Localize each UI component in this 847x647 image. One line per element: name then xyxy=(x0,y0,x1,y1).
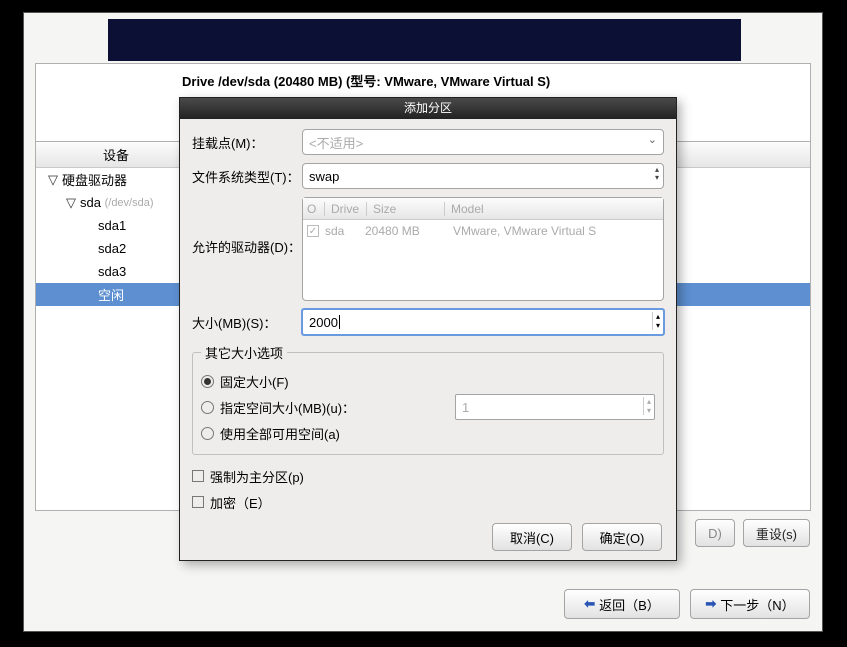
col-drive: Drive xyxy=(325,202,367,216)
size-options-fieldset: 其它大小选项 固定大小(F) 指定空间大小(MB)(u)： 1 ▴▾ xyxy=(192,343,664,455)
tree-disk-label: sda xyxy=(80,195,101,210)
checkbox-icon[interactable]: ✓ xyxy=(307,225,319,237)
mount-value: <不适用> xyxy=(309,133,363,152)
tree-part-label: sda1 xyxy=(98,218,126,233)
checkbox-icon xyxy=(192,470,204,482)
allowed-drives-label: 允许的驱动器(D)： xyxy=(192,197,302,256)
tree-part-label: sda2 xyxy=(98,241,126,256)
radio-fixed[interactable]: 固定大小(F) xyxy=(201,368,655,394)
drive-model: VMware, VMware Virtual S xyxy=(453,224,659,238)
ok-button[interactable]: 确定(O) xyxy=(582,523,662,551)
radio-icon xyxy=(201,375,214,388)
triangle-down-icon: ▽ xyxy=(66,195,76,211)
radio-fill-to[interactable]: 指定空间大小(MB)(u)： 1 ▴▾ xyxy=(201,394,655,420)
cancel-button[interactable]: 取消(C) xyxy=(492,523,572,551)
radio-icon xyxy=(201,401,214,414)
add-partition-dialog: 添加分区 挂载点(M)： <不适用> ⌄ 文件系统类型(T)： swap ▴▾ … xyxy=(179,97,677,561)
banner xyxy=(108,19,741,61)
size-value: 2000 xyxy=(309,315,338,330)
drive-header: Drive /dev/sda (20480 MB) (型号: VMware, V… xyxy=(182,71,550,90)
col-model: Model xyxy=(445,202,663,216)
arrow-right-icon: ➡ xyxy=(705,596,716,612)
spin-icon: ▴▾ xyxy=(655,166,659,182)
fstype-value: swap xyxy=(309,169,339,184)
allowed-drives-list[interactable]: O Drive Size Model ✓ sda 20480 MB VMware… xyxy=(302,197,664,301)
next-label: 下一步（N） xyxy=(720,595,794,614)
encrypt-label: 加密（E） xyxy=(210,493,271,512)
primary-label: 强制为主分区(p) xyxy=(210,467,304,486)
size-label: 大小(MB)(S)： xyxy=(192,313,302,332)
col-device: 设备 xyxy=(36,145,196,164)
radio-fill-all[interactable]: 使用全部可用空间(a) xyxy=(201,420,655,446)
spin-icon: ▴▾ xyxy=(643,397,651,415)
radio-fillto-label: 指定空间大小(MB)(u)： xyxy=(220,398,355,417)
size-spinbox[interactable]: 2000 ▴▾ xyxy=(302,309,664,335)
col-size: Size xyxy=(367,202,445,216)
next-button[interactable]: ➡ 下一步（N） xyxy=(690,589,810,619)
checkbox-encrypt[interactable]: 加密（E） xyxy=(192,489,664,515)
fill-to-spinbox: 1 ▴▾ xyxy=(455,394,655,420)
spin-icon[interactable]: ▴▾ xyxy=(652,312,660,330)
radio-icon xyxy=(201,427,214,440)
triangle-down-icon: ▽ xyxy=(48,172,58,188)
back-label: 返回（B） xyxy=(599,595,660,614)
arrow-left-icon: ⬅ xyxy=(584,596,595,612)
checkbox-primary[interactable]: 强制为主分区(p) xyxy=(192,463,664,489)
fillto-value: 1 xyxy=(462,400,469,415)
drive-list-header: O Drive Size Model xyxy=(303,198,663,220)
drive-size: 20480 MB xyxy=(365,224,453,238)
main-window: Drive /dev/sda (20480 MB) (型号: VMware, V… xyxy=(23,12,823,632)
tree-part-label: sda3 xyxy=(98,264,126,279)
size-options-legend: 其它大小选项 xyxy=(201,343,287,362)
fstype-combo[interactable]: swap ▴▾ xyxy=(302,163,664,189)
mount-label: 挂载点(M)： xyxy=(192,133,302,152)
col-check: O xyxy=(307,202,325,216)
drive-row[interactable]: ✓ sda 20480 MB VMware, VMware Virtual S xyxy=(303,220,663,242)
chevron-down-icon: ⌄ xyxy=(648,133,657,146)
delete-button[interactable]: D) xyxy=(695,519,735,547)
tree-disk-path: (/dev/sda) xyxy=(105,197,154,209)
dialog-title: 添加分区 xyxy=(180,98,676,119)
fstype-label: 文件系统类型(T)： xyxy=(192,167,302,186)
radio-fillall-label: 使用全部可用空间(a) xyxy=(220,424,340,443)
reset-button[interactable]: 重设(s) xyxy=(743,519,810,547)
tree-root-label: 硬盘驱动器 xyxy=(62,170,127,189)
checkbox-icon xyxy=(192,496,204,508)
drive-name: sda xyxy=(325,224,365,238)
mount-point-combo[interactable]: <不适用> ⌄ xyxy=(302,129,664,155)
back-button[interactable]: ⬅ 返回（B） xyxy=(564,589,680,619)
radio-fixed-label: 固定大小(F) xyxy=(220,372,289,391)
tree-free-label: 空闲 xyxy=(98,285,124,304)
text-caret xyxy=(339,315,340,329)
